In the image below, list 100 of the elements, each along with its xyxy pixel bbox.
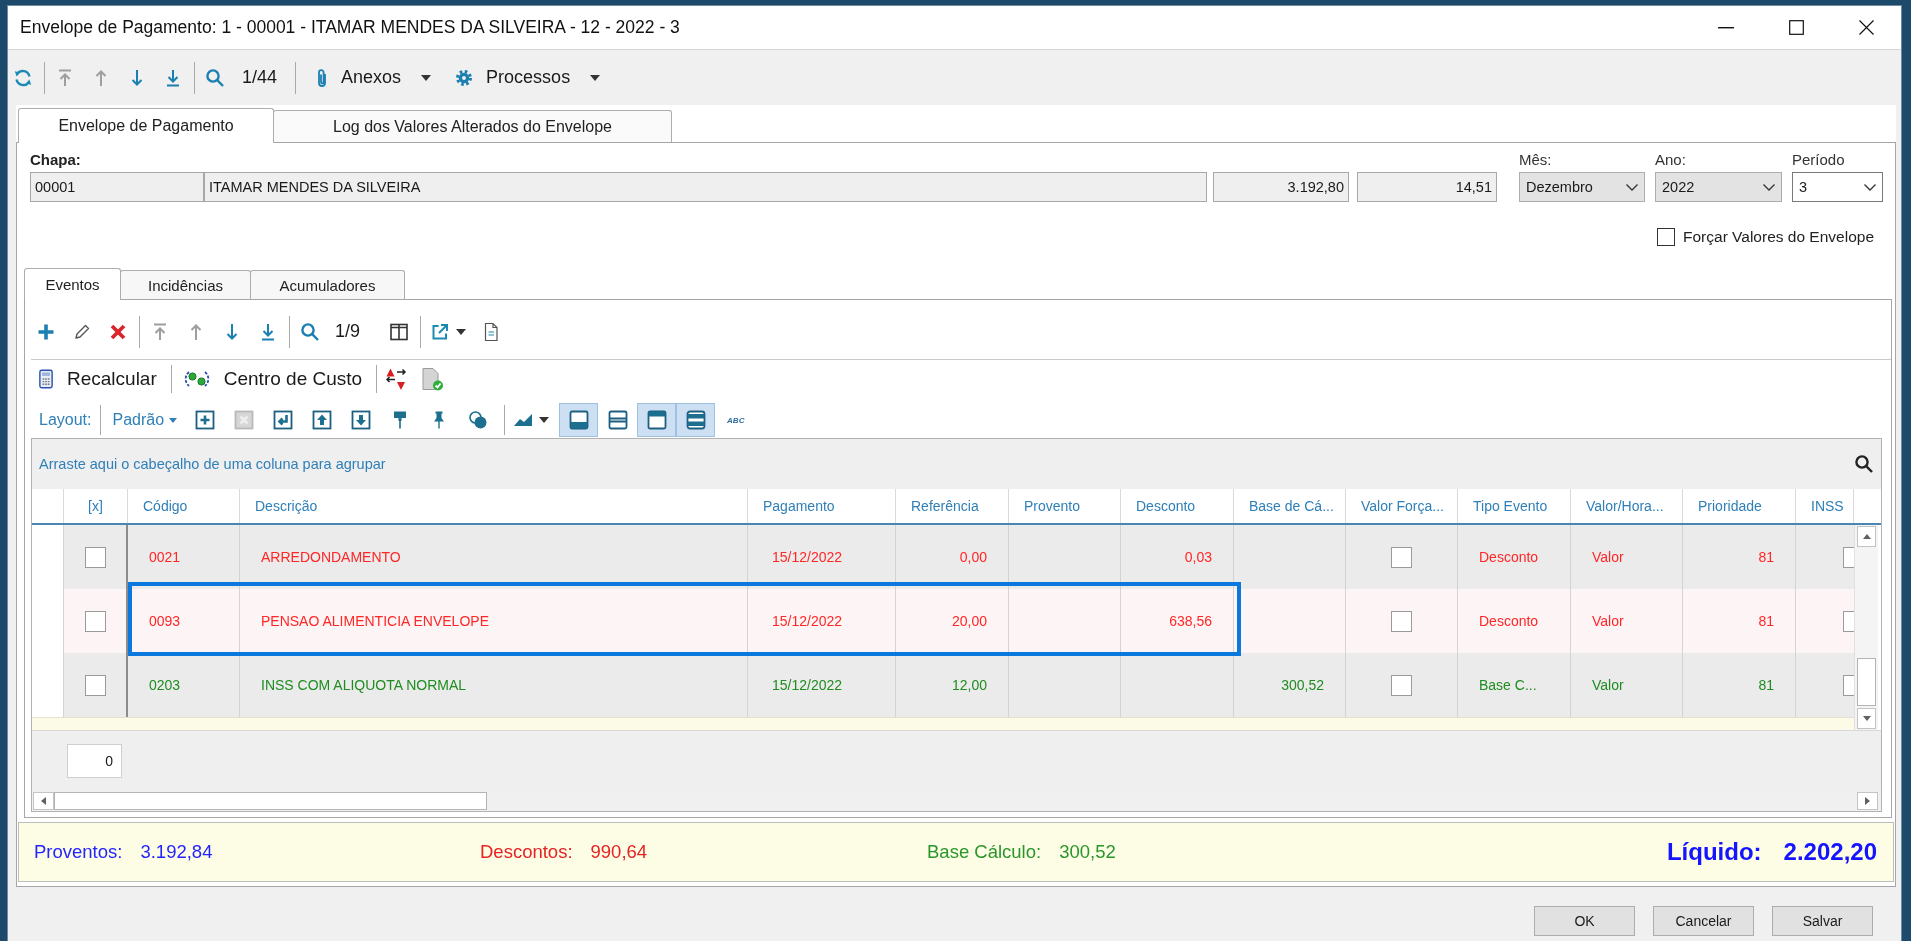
column-header[interactable]: Código — [128, 489, 240, 523]
scrollbar-thumb[interactable] — [54, 792, 487, 810]
search-icon — [1854, 454, 1874, 474]
field-label: Ano: — [1655, 151, 1687, 170]
column-header[interactable]: Descrição — [240, 489, 748, 523]
arrow-to-bottom-icon — [165, 68, 181, 87]
checkbox[interactable] — [1391, 546, 1412, 568]
column-header[interactable]: Pagamento — [748, 489, 896, 523]
search-button[interactable] — [1853, 453, 1875, 475]
summary-label: Base Cálculo: — [927, 841, 1042, 863]
arrow-up-square-icon — [312, 410, 333, 430]
triangle-down-icon — [1862, 716, 1871, 721]
top-panel-toggle[interactable] — [637, 403, 677, 437]
checkbox[interactable] — [1843, 674, 1854, 696]
text-field[interactable]: 00001 — [30, 172, 204, 202]
columns-icon — [389, 321, 410, 342]
checkbox[interactable] — [1391, 674, 1412, 696]
summary-label: Descontos: — [480, 841, 573, 863]
column-header[interactable]: Referência — [896, 489, 1009, 523]
sort-icon — [384, 367, 409, 391]
panel-double-icon — [685, 410, 706, 430]
checkbox[interactable] — [84, 610, 106, 632]
scroll-left-button[interactable] — [33, 792, 54, 810]
processes-menu-button[interactable]: Processos — [441, 61, 609, 94]
table-cell: PENSAO ALIMENTICIA ENVELOPE — [240, 589, 748, 653]
scroll-down-button[interactable] — [1857, 708, 1876, 729]
summary-label: Proventos: — [34, 841, 123, 863]
summary-field: 0 — [67, 744, 122, 778]
summary-value: 3.192,84 — [140, 841, 213, 863]
circles-icon — [468, 410, 489, 430]
field-label: Chapa: — [30, 151, 82, 170]
calculator-icon — [39, 369, 53, 389]
recalculate-button[interactable]: Recalcular — [31, 364, 163, 394]
dropdown[interactable]: 3 — [1792, 172, 1883, 202]
column-header[interactable]: Valor/Hora... — [1571, 489, 1683, 523]
panel-split-icon — [607, 410, 628, 430]
attachments-menu-button[interactable]: Anexos — [302, 61, 440, 94]
paperclip-icon — [316, 67, 329, 88]
layout-preset-dropdown[interactable]: Padrão — [112, 405, 178, 435]
table-row[interactable]: 0203 INSS COM ALIQUOTA NORMAL 15/12/2022 12,00 300,52 Base C... Valor 81 — [32, 653, 1854, 717]
table-cell: 15/12/2022 — [748, 589, 896, 653]
checkbox[interactable] — [1843, 546, 1854, 568]
table-row[interactable]: 0093 PENSAO ALIMENTICIA ENVELOPE 15/12/2022 20,00 638,56 Desconto Valor 81 — [32, 589, 1854, 653]
summary-value: 300,52 — [1059, 841, 1116, 863]
checkbox[interactable] — [84, 674, 106, 696]
arrow-down-icon — [224, 322, 240, 341]
vertical-scrollbar[interactable] — [1854, 525, 1878, 730]
maximize-icon — [1788, 20, 1804, 35]
caret-icon — [169, 417, 178, 423]
caret-icon — [456, 328, 467, 335]
layout-label: Layout: — [39, 411, 92, 429]
number-field[interactable]: 3.192,80 — [1213, 172, 1349, 202]
tab[interactable]: Eventos — [24, 268, 121, 300]
summary-value: 990,64 — [590, 841, 648, 863]
summary-value: 2.202,20 — [1783, 838, 1877, 866]
text-style-button[interactable]: ABC — [725, 413, 747, 427]
field-label: Mês: — [1519, 151, 1553, 170]
arrow-to-bottom-icon — [260, 322, 276, 341]
dialog-button[interactable]: Cancelar — [1653, 906, 1754, 936]
column-header[interactable]: Valor Força... — [1346, 489, 1458, 523]
scrollbar-thumb[interactable] — [1857, 658, 1876, 706]
tab[interactable]: Envelope de Pagamento — [18, 108, 274, 143]
export-icon — [430, 321, 451, 342]
checkbox[interactable] — [1391, 610, 1412, 632]
arrow-up-icon — [188, 322, 204, 341]
checkbox[interactable] — [1843, 610, 1854, 632]
column-header[interactable]: Desconto — [1121, 489, 1234, 523]
column-header[interactable]: Tipo Evento — [1458, 489, 1571, 523]
double-panel-toggle[interactable] — [676, 403, 716, 437]
number-field[interactable]: 14,51 — [1357, 172, 1497, 202]
window-title: Envelope de Pagamento: 1 - 00001 - ITAMAR MENDES DA SILVEIRA - 12 - 2022 - 3 — [20, 17, 680, 38]
scroll-up-button[interactable] — [1857, 526, 1876, 547]
dialog-button[interactable]: OK — [1534, 906, 1635, 936]
column-header[interactable]: Provento — [1009, 489, 1121, 523]
x-square-icon — [234, 410, 255, 430]
tab[interactable]: Log dos Valores Alterados do Envelope — [273, 110, 672, 142]
horizontal-scrollbar[interactable] — [32, 791, 1881, 811]
arrow-up-icon — [93, 68, 109, 87]
table-cell: 20,00 — [896, 589, 1009, 653]
close-icon — [1858, 20, 1874, 35]
checkbox[interactable] — [1657, 228, 1675, 246]
dialog-button[interactable]: Salvar — [1772, 906, 1873, 936]
scroll-right-button[interactable] — [1857, 792, 1878, 810]
column-header[interactable]: Base de Cá... — [1234, 489, 1346, 523]
cost-center-button[interactable]: Centro de Custo — [175, 364, 369, 394]
search-icon — [300, 321, 320, 342]
tab[interactable]: Acumuladores — [250, 270, 405, 299]
document-check-icon — [420, 367, 445, 391]
column-header[interactable]: INSS — [1796, 489, 1854, 523]
column-header[interactable]: [x] — [64, 489, 128, 523]
text-field[interactable]: ITAMAR MENDES DA SILVEIRA — [204, 172, 1207, 202]
bottom-panel-toggle[interactable] — [559, 403, 599, 437]
triangle-left-icon — [41, 797, 46, 805]
record-counter: 1/9 — [335, 321, 361, 342]
tab[interactable]: Incidências — [120, 270, 251, 299]
caret-icon — [590, 74, 601, 81]
checkbox[interactable] — [84, 546, 106, 568]
refresh-icon — [13, 67, 33, 88]
column-header[interactable]: Prioridade — [1683, 489, 1796, 523]
arrow-down-square-icon — [351, 410, 372, 430]
